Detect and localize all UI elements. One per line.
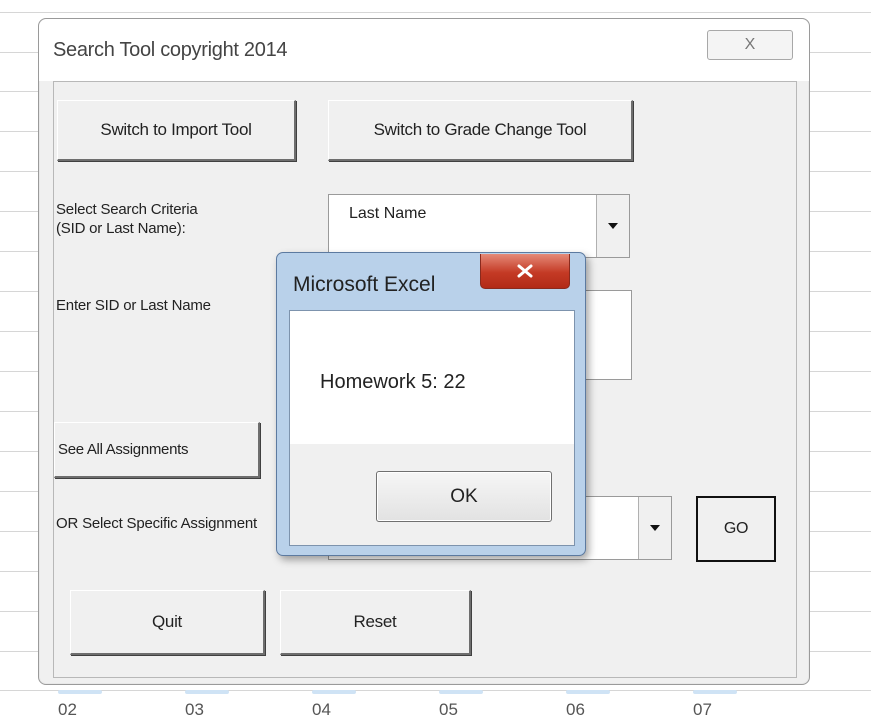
grid-row-line — [0, 690, 871, 691]
microsoft-excel-message-box: Microsoft Excel Homework 5: 22 OK — [276, 252, 586, 556]
see-all-assignments-button[interactable]: See All Assignments — [54, 422, 260, 478]
column-marker: 07 — [693, 700, 712, 719]
column-highlight — [58, 690, 102, 694]
window-title: Search Tool copyright 2014 — [53, 39, 288, 61]
column-marker: 04 — [312, 700, 331, 719]
reset-button[interactable]: Reset — [280, 590, 471, 655]
search-criteria-value: Last Name — [349, 205, 427, 222]
search-criteria-dropdown-button[interactable] — [596, 195, 629, 257]
search-criteria-label-line2: (SID or Last Name): — [56, 220, 186, 237]
message-box-client: Homework 5: 22 OK — [289, 310, 575, 546]
grid-row-line — [0, 12, 871, 13]
column-highlight — [439, 690, 483, 694]
window-titlebar: Search Tool copyright 2014 X — [39, 19, 809, 81]
message-box-close-button[interactable] — [480, 254, 570, 289]
column-highlight — [693, 690, 737, 694]
column-highlight — [566, 690, 610, 694]
dropdown-arrow-icon — [650, 525, 660, 531]
select-specific-assignment-label: OR Select Specific Assignment — [56, 515, 257, 532]
search-criteria-combobox[interactable]: Last Name — [328, 194, 630, 258]
window-close-button[interactable]: X — [707, 30, 793, 60]
column-highlight — [312, 690, 356, 694]
switch-grade-change-tool-button[interactable]: Switch to Grade Change Tool — [328, 100, 633, 161]
ok-button[interactable]: OK — [376, 471, 552, 522]
quit-button[interactable]: Quit — [70, 590, 265, 655]
assignment-dropdown-button[interactable] — [638, 497, 671, 559]
column-marker: 03 — [185, 700, 204, 719]
column-marker: 02 — [58, 700, 77, 719]
column-marker: 06 — [566, 700, 585, 719]
go-button[interactable]: GO — [696, 496, 776, 562]
close-icon — [517, 264, 533, 278]
message-box-title: Microsoft Excel — [293, 273, 436, 296]
dropdown-arrow-icon — [608, 223, 618, 229]
switch-import-tool-button[interactable]: Switch to Import Tool — [57, 100, 296, 161]
search-criteria-label: Select Search Criteria (SID or Last Name… — [56, 200, 198, 238]
close-icon: X — [744, 36, 756, 53]
column-highlight — [185, 690, 229, 694]
message-text: Homework 5: 22 — [320, 371, 466, 393]
column-marker: 05 — [439, 700, 458, 719]
search-criteria-label-line1: Select Search Criteria — [56, 201, 198, 218]
message-box-body: Homework 5: 22 — [290, 311, 574, 444]
enter-sid-label: Enter SID or Last Name — [56, 297, 211, 314]
